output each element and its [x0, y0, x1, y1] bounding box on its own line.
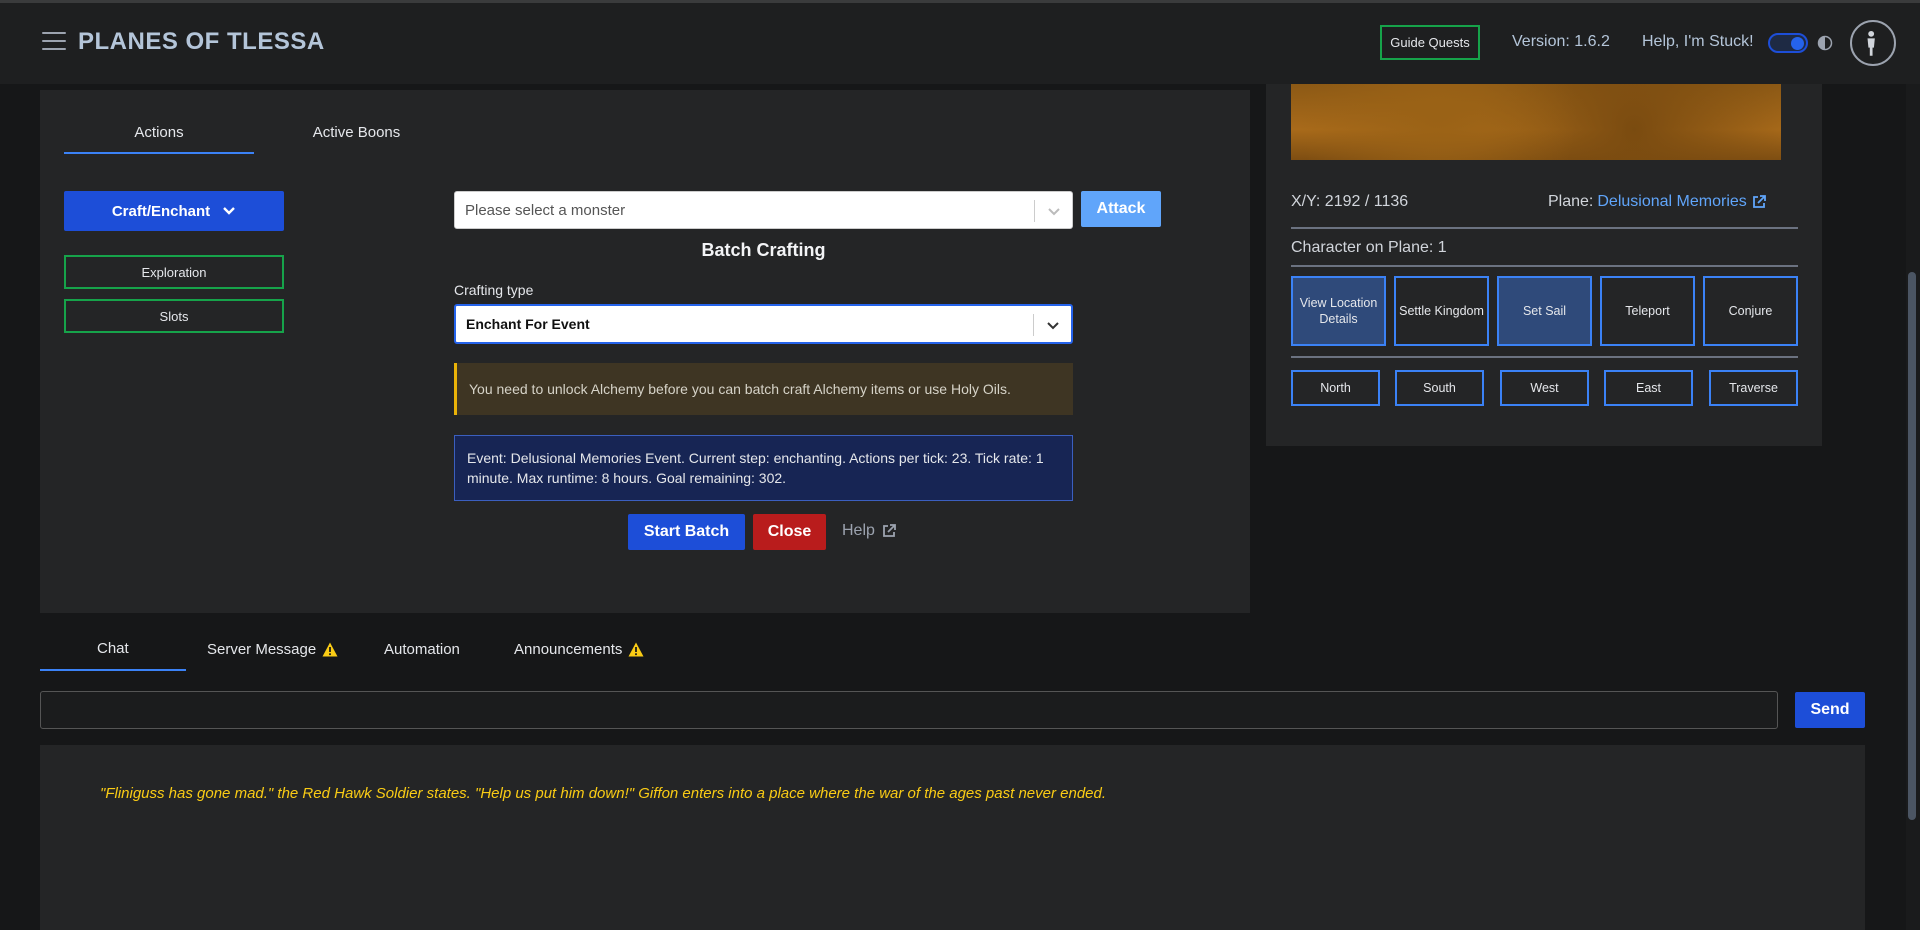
person-icon	[1867, 30, 1875, 56]
tab-server-message-label: Server Message	[207, 641, 317, 658]
version-label[interactable]: Version: 1.6.2	[1512, 33, 1610, 51]
start-batch-button[interactable]: Start Batch	[628, 514, 745, 550]
close-button[interactable]: Close	[753, 514, 826, 550]
plane-name-link[interactable]: Delusional Memories	[1597, 193, 1746, 211]
west-button[interactable]: West	[1500, 370, 1589, 406]
plane-label: Plane: Delusional Memories	[1548, 193, 1767, 211]
slots-button[interactable]: Slots	[64, 299, 284, 333]
monster-select[interactable]: Please select a monster	[454, 191, 1073, 229]
help-label: Help	[842, 522, 875, 539]
external-link-icon	[1752, 195, 1766, 208]
craft-enchant-dropdown-button[interactable]: Craft/Enchant	[64, 191, 284, 231]
chat-message: "Fliniguss has gone mad." the Red Hawk S…	[100, 785, 1107, 802]
tab-server-message[interactable]: Server Message	[207, 641, 338, 658]
crafting-type-label: Crafting type	[454, 282, 534, 298]
view-location-details-button[interactable]: View Location Details	[1291, 276, 1386, 346]
attack-button[interactable]: Attack	[1081, 191, 1161, 227]
tab-automation-label: Automation	[384, 641, 460, 658]
tab-chat[interactable]: Chat	[97, 640, 129, 657]
south-button[interactable]: South	[1395, 370, 1484, 406]
guide-quests-button[interactable]: Guide Quests	[1380, 25, 1480, 60]
set-sail-button[interactable]: Set Sail	[1497, 276, 1592, 346]
tab-announcements-label: Announcements	[514, 641, 623, 658]
chat-input[interactable]	[40, 691, 1778, 729]
external-link-icon	[883, 524, 896, 537]
scrollbar-thumb[interactable]	[1908, 272, 1916, 820]
tab-actions[interactable]: Actions	[64, 124, 254, 141]
send-button[interactable]: Send	[1795, 692, 1865, 728]
tab-chat-label: Chat	[97, 640, 129, 657]
coordinates-label: X/Y: 2192 / 1136	[1291, 193, 1409, 210]
tab-announcements[interactable]: Announcements	[514, 641, 644, 658]
divider	[1291, 356, 1798, 358]
chevron-down-icon	[223, 207, 236, 215]
theme-toggle[interactable]	[1768, 33, 1808, 53]
active-tab-indicator	[40, 669, 186, 671]
plane-prefix: Plane:	[1548, 193, 1594, 210]
warning-icon	[628, 642, 644, 657]
active-tab-indicator	[64, 152, 254, 154]
hamburger-menu-icon[interactable]	[42, 32, 66, 52]
select-separator	[1034, 200, 1035, 222]
batch-crafting-title: Batch Crafting	[701, 240, 826, 260]
select-separator	[1033, 314, 1034, 336]
crafting-type-select[interactable]: Enchant For Event	[454, 304, 1073, 344]
character-avatar-button[interactable]	[1850, 20, 1896, 66]
tab-active-boons[interactable]: Active Boons	[300, 124, 413, 141]
chevron-down-icon	[1047, 322, 1059, 330]
exploration-button[interactable]: Exploration	[64, 255, 284, 289]
monster-select-placeholder: Please select a monster	[465, 201, 626, 219]
divider	[1291, 227, 1798, 229]
alchemy-warning-alert: You need to unlock Alchemy before you ca…	[454, 363, 1073, 415]
settle-kingdom-button[interactable]: Settle Kingdom	[1394, 276, 1489, 346]
map-image[interactable]	[1291, 84, 1781, 160]
conjure-button[interactable]: Conjure	[1703, 276, 1798, 346]
tab-automation[interactable]: Automation	[384, 641, 460, 658]
teleport-button[interactable]: Teleport	[1600, 276, 1695, 346]
contrast-icon	[1817, 35, 1833, 51]
help-stuck-link[interactable]: Help, I'm Stuck!	[1642, 33, 1754, 51]
toggle-knob	[1791, 37, 1804, 50]
warning-icon	[322, 642, 338, 657]
traverse-button[interactable]: Traverse	[1709, 370, 1798, 406]
north-button[interactable]: North	[1291, 370, 1380, 406]
chevron-down-icon	[1048, 208, 1060, 216]
event-info-alert: Event: Delusional Memories Event. Curren…	[454, 435, 1073, 501]
help-link[interactable]: Help	[842, 522, 897, 540]
character-on-plane-label: Character on Plane: 1	[1291, 239, 1447, 256]
east-button[interactable]: East	[1604, 370, 1693, 406]
app-title[interactable]: PLANES OF TLESSA	[78, 28, 325, 56]
chat-messages-area	[40, 745, 1865, 930]
craft-enchant-label: Craft/Enchant	[111, 202, 211, 220]
divider	[1291, 265, 1798, 267]
crafting-type-value: Enchant For Event	[466, 316, 590, 332]
